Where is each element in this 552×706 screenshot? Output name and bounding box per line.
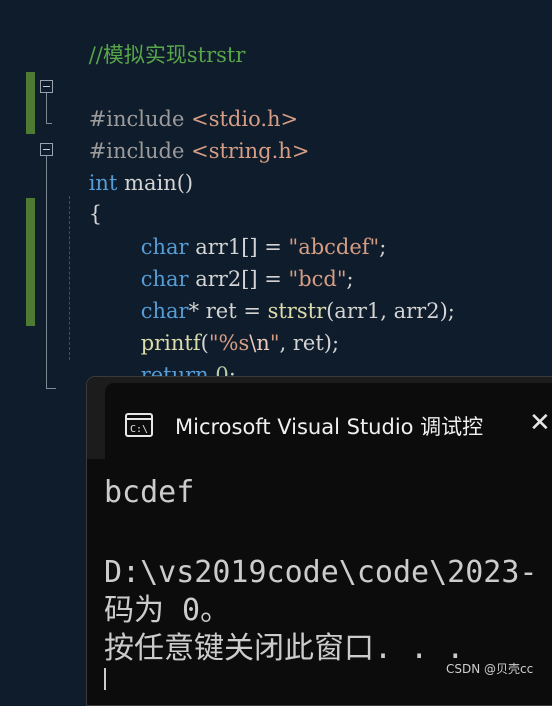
console-title-bar[interactable]: C:\ Microsoft Visual Studio 调试控 ✕ — [87, 377, 552, 459]
console-output-line: bcdef — [104, 475, 195, 510]
code-line-arr1[interactable]: char arr1[] = "abcdef"; — [114, 199, 387, 259]
code-line-ret[interactable]: char* ret = strstr(arr1, arr2); — [114, 263, 455, 323]
call-arguments: (arr1, arr2); — [326, 299, 455, 323]
change-indicator-bar — [26, 198, 35, 326]
close-icon[interactable]: ✕ — [529, 410, 551, 436]
semicolon: ; — [379, 235, 387, 259]
terminal-app-icon: C:\ — [125, 413, 153, 437]
svg-text:C:\: C:\ — [130, 424, 148, 435]
code-line-return[interactable]: return 0; — [114, 327, 236, 387]
console-output-line: 按任意键关闭此窗口. . . — [104, 631, 465, 666]
fold-guide-line — [46, 156, 47, 388]
function-signature: main() — [117, 171, 194, 195]
collapse-icon[interactable] — [40, 80, 53, 93]
code-line-printf[interactable]: printf("%s\n", ret); — [114, 295, 339, 355]
open-brace: { — [88, 202, 103, 226]
code-line-open-brace[interactable]: { — [62, 166, 102, 226]
indent-guide — [69, 196, 70, 360]
fold-guide-line — [46, 93, 47, 123]
code-line-include-stdio[interactable]: #include <stdio.h> — [62, 71, 298, 131]
escape-sequence: \n — [249, 331, 270, 355]
debug-console-window[interactable]: C:\ Microsoft Visual Studio 调试控 ✕ bcdef … — [86, 376, 552, 706]
console-output-line: D:\vs2019code\code\2023- — [104, 555, 538, 590]
fold-guide-end — [46, 388, 56, 389]
fold-guide-end — [46, 123, 52, 124]
collapse-icon[interactable] — [40, 143, 53, 156]
code-line-arr2[interactable]: char arr2[] = "bcd"; — [114, 231, 354, 291]
code-line-comment[interactable]: //模拟实现strstr — [62, 7, 246, 67]
console-output-line: 码为 0。 — [104, 593, 231, 628]
change-indicator-bar — [26, 72, 35, 134]
csdn-watermark: CSDN @贝壳cc — [446, 662, 534, 676]
code-line-include-string[interactable]: #include <string.h> — [62, 103, 310, 163]
comment-text: //模拟实现strstr — [88, 43, 246, 67]
call-arguments: , ret); — [279, 331, 340, 355]
header-name: <string.h> — [191, 139, 310, 163]
string-literal: " — [269, 331, 280, 355]
console-title: Microsoft Visual Studio 调试控 — [175, 415, 484, 439]
code-line-main[interactable]: int main() — [62, 135, 193, 195]
